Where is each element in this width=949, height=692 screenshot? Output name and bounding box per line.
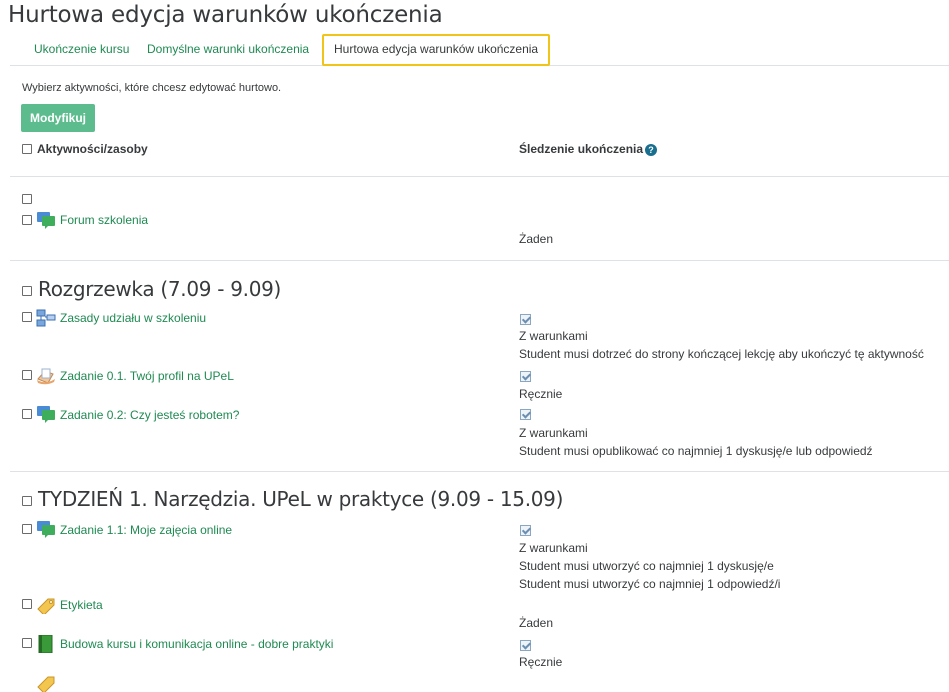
completion-condition: Student musi opublikować co najmniej 1 d…: [519, 444, 873, 458]
section-checkbox[interactable]: [22, 496, 32, 506]
activity-link-assignment[interactable]: Zadanie 0.1. Twój profil na UPeL: [60, 369, 234, 383]
completion-checkbox-icon: [520, 409, 531, 420]
completion-condition: Student musi dotrzeć do strony kończącej…: [519, 347, 924, 361]
assignment-icon: [37, 368, 55, 385]
activity-checkbox[interactable]: [22, 409, 32, 419]
activity-link-label[interactable]: Etykieta: [60, 598, 103, 612]
label-icon: [37, 676, 55, 692]
forum-icon: [37, 212, 55, 229]
activities-column-header: Aktywności/zasoby: [37, 142, 148, 156]
book-icon: [38, 635, 53, 653]
completion-checkbox-icon: [520, 314, 531, 325]
completion-status: Żaden: [519, 232, 554, 246]
section-title: Rozgrzewka (7.09 - 9.09): [38, 277, 282, 301]
activity-checkbox[interactable]: [22, 215, 32, 225]
forum-icon: [37, 521, 55, 538]
completion-condition: Student musi utworzyć co najmniej 1 dysk…: [519, 559, 774, 573]
tab-bulk-edit[interactable]: Hurtowa edycja warunków ukończenia: [322, 34, 551, 66]
completion-checkbox-icon: [520, 525, 531, 536]
completion-status: Z warunkami: [519, 541, 588, 555]
completion-status: Z warunkami: [519, 426, 588, 440]
section-checkbox[interactable]: [22, 286, 32, 296]
completion-status: Z warunkami: [519, 329, 588, 343]
tab-default-completion[interactable]: Domyślne warunki ukończenia: [141, 34, 315, 65]
divider: [10, 471, 949, 472]
forum-icon: [37, 406, 55, 423]
lesson-icon: [36, 309, 56, 327]
page-title: Hurtowa edycja warunków ukończenia: [8, 2, 443, 28]
select-all-checkbox[interactable]: [22, 144, 32, 154]
instructions-text: Wybierz aktywności, które chcesz edytowa…: [22, 82, 282, 94]
help-icon[interactable]: ?: [645, 144, 657, 156]
divider: [10, 176, 949, 177]
completion-condition: Student musi utworzyć co najmniej 1 odpo…: [519, 577, 781, 591]
tracking-column-header: Śledzenie ukończenia: [519, 142, 644, 156]
section-checkbox[interactable]: [22, 194, 32, 204]
activity-checkbox[interactable]: [22, 638, 32, 648]
activity-link-forum[interactable]: Zadanie 1.1: Moje zajęcia online: [60, 523, 232, 537]
activity-checkbox[interactable]: [22, 599, 32, 609]
tab-bar: Ukończenie kursu Domyślne warunki ukończ…: [10, 34, 949, 66]
completion-checkbox-icon: [520, 640, 531, 651]
activity-checkbox[interactable]: [22, 312, 32, 322]
divider: [10, 260, 949, 261]
activity-link-book[interactable]: Budowa kursu i komunikacja online - dobr…: [60, 637, 333, 651]
activity-checkbox[interactable]: [22, 524, 32, 534]
modify-button[interactable]: Modyfikuj: [21, 104, 95, 132]
completion-status: Ręcznie: [519, 655, 563, 669]
completion-status: Ręcznie: [519, 387, 563, 401]
completion-status: Żaden: [519, 616, 554, 630]
activity-link-forum[interactable]: Zadanie 0.2: Czy jesteś robotem?: [60, 408, 239, 422]
tab-course-completion[interactable]: Ukończenie kursu: [28, 34, 135, 65]
activity-link-forum[interactable]: Forum szkolenia: [60, 213, 148, 227]
section-title: TYDZIEŃ 1. Narzędzia. UPeL w praktyce (9…: [38, 487, 564, 511]
activity-checkbox[interactable]: [22, 370, 32, 380]
activity-link-lesson[interactable]: Zasady udziału w szkoleniu: [60, 311, 206, 325]
completion-checkbox-icon: [520, 371, 531, 382]
label-icon: [37, 598, 55, 614]
